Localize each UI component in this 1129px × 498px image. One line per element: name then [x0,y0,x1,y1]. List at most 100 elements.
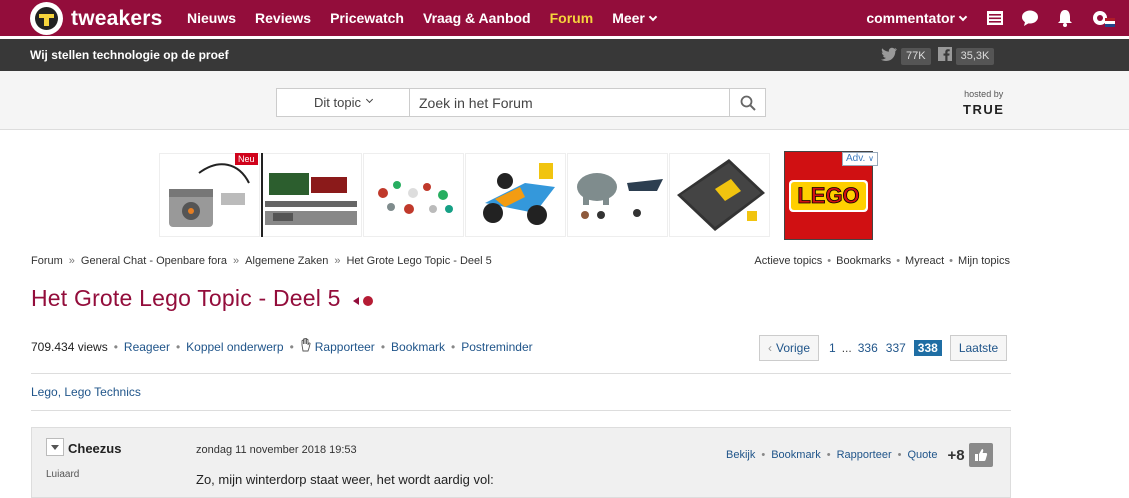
search-scope-select[interactable]: Dit topic [277,89,410,116]
twitter-icon[interactable] [881,47,897,66]
report-link[interactable]: Rapporteer [315,340,375,354]
ad-banner[interactable]: Neu [159,153,771,237]
username: commentator [866,10,955,26]
crumb-algemene-zaken[interactable]: Algemene Zaken [245,255,328,267]
crumb-separator: » [68,255,75,267]
last-page-button[interactable]: Laatste [949,335,1008,361]
breadcrumb: Forum » General Chat - Openbare fora » Algem… [31,255,492,267]
post-actions: Bekijk • Bookmark • Rapporteer • Quote +… [726,443,993,467]
crumb-forum[interactable]: Forum [31,255,63,267]
list-icon[interactable] [986,9,1004,27]
postreminder-link[interactable]: Postreminder [461,340,532,354]
ad-product-advent[interactable] [363,153,465,237]
separator-dot: • [897,449,902,461]
tweakers-logo-icon [30,2,63,35]
main-nav: Nieuws Reviews Pricewatch Vraag & Aanbod… [187,0,675,36]
true-logo: TRUE [963,102,1005,117]
bookmark-link[interactable]: Bookmark [391,340,445,354]
topic-status-icon [353,286,375,313]
search-button[interactable] [729,89,765,116]
reply-link[interactable]: Reageer [124,340,170,354]
separator-dot: • [949,255,954,267]
forum-post: Cheezus Luiaard zondag 11 november 2018 … [31,427,1011,498]
collapse-toggle[interactable] [46,438,64,456]
separator-dot: • [289,339,294,354]
post-author[interactable]: Cheezus [68,441,121,456]
separator-dot: • [827,255,832,267]
twitter-count: 77K [901,48,931,65]
page-link[interactable]: 336 [858,341,878,355]
page-link[interactable]: 337 [886,341,906,355]
page-title: Het Grote Lego Topic - Deel 5 [31,285,375,313]
separator-dot: • [175,339,181,354]
slogan: Wij stellen technologie op de proef [30,48,229,62]
logo-text: tweakers [71,6,163,30]
chevron-left-icon: ‹ [768,341,772,355]
thumbs-up-icon[interactable] [968,443,993,467]
adv-label[interactable]: Adv. ∨ [842,152,878,166]
nav-meer[interactable]: Meer [612,10,658,26]
report-post-link[interactable]: Rapporteer [837,449,892,461]
page-link-first[interactable]: 1 [829,341,836,355]
pagination: ‹ Vorige 1 ... 336 337 338 Laatste [759,335,1008,361]
facebook-count: 35,3K [955,48,995,65]
social-links: 77K 35,3K [881,47,1001,66]
divider [31,410,1011,411]
crumb-separator: » [233,255,240,267]
divider [31,373,1011,374]
link-mijn-topics[interactable]: Mijn topics [958,255,1010,267]
link-actieve-topics[interactable]: Actieve topics [754,255,822,267]
post-score: +8 [947,446,965,464]
slogan-bar: Wij stellen technologie op de proef 77K … [0,39,1129,71]
separator-dot: • [826,449,831,461]
author-rank: Luiaard [46,469,80,480]
chat-icon[interactable] [1021,9,1039,27]
nav-reviews[interactable]: Reviews [255,10,311,26]
crumb-separator: » [334,255,341,267]
top-navigation: tweakers Nieuws Reviews Pricewatch Vraag… [0,0,1129,36]
hosted-by[interactable]: hosted by TRUE [963,89,1004,119]
nav-pricewatch[interactable]: Pricewatch [330,10,404,26]
site-logo[interactable]: tweakers [30,2,163,35]
bookmark-post-link[interactable]: Bookmark [771,449,821,461]
ad-product-motor[interactable]: Neu [159,153,261,237]
nav-vraag-aanbod[interactable]: Vraag & Aanbod [423,10,531,26]
chevron-down-icon [958,12,968,22]
bell-icon[interactable] [1056,9,1074,27]
search-form: Dit topic [276,88,766,117]
new-badge: Neu [235,153,258,165]
crumb-topic[interactable]: Het Grote Lego Topic - Deel 5 [346,255,491,267]
ad-product-book[interactable] [669,153,771,237]
prev-page-label: Vorige [776,341,811,355]
settings-icon[interactable] [1091,9,1115,27]
view-post-link[interactable]: Bekijk [726,449,755,461]
post-date[interactable]: zondag 11 november 2018 19:53 [196,444,357,456]
separator-dot: • [896,255,901,267]
nav-forum[interactable]: Forum [550,10,594,26]
hosted-label: hosted by [964,89,1004,99]
chevron-down-icon: ∨ [868,154,874,163]
search-bar: Dit topic hosted by TRUE [0,71,1129,130]
search-input[interactable] [410,89,729,116]
crumb-general-chat[interactable]: General Chat - Openbare fora [81,255,227,267]
link-topic-link[interactable]: Koppel onderwerp [186,340,283,354]
post-body: Zo, mijn winterdorp staat weer, het word… [196,472,494,487]
view-count: 709.434 views [31,339,108,354]
separator-dot: • [113,339,118,354]
search-icon [740,95,756,111]
user-nav: commentator [866,0,1129,36]
link-bookmarks[interactable]: Bookmarks [836,255,891,267]
ad-product-racecar[interactable] [465,153,567,237]
lego-brand: LEGO [797,183,859,208]
link-myreact[interactable]: Myreact [905,255,944,267]
ad-product-rhino[interactable] [567,153,669,237]
prev-page-button[interactable]: ‹ Vorige [759,335,820,361]
quote-post-link[interactable]: Quote [908,449,938,461]
topic-tags[interactable]: Lego, Lego Technics [31,385,141,399]
facebook-icon[interactable] [937,47,952,66]
quick-links: Actieve topics • Bookmarks • Myreact • Mijn to… [754,255,1010,267]
nav-nieuws[interactable]: Nieuws [187,10,236,26]
ad-product-train[interactable] [261,153,363,237]
adv-label-text: Adv. [846,153,866,164]
user-menu[interactable]: commentator [866,10,968,26]
